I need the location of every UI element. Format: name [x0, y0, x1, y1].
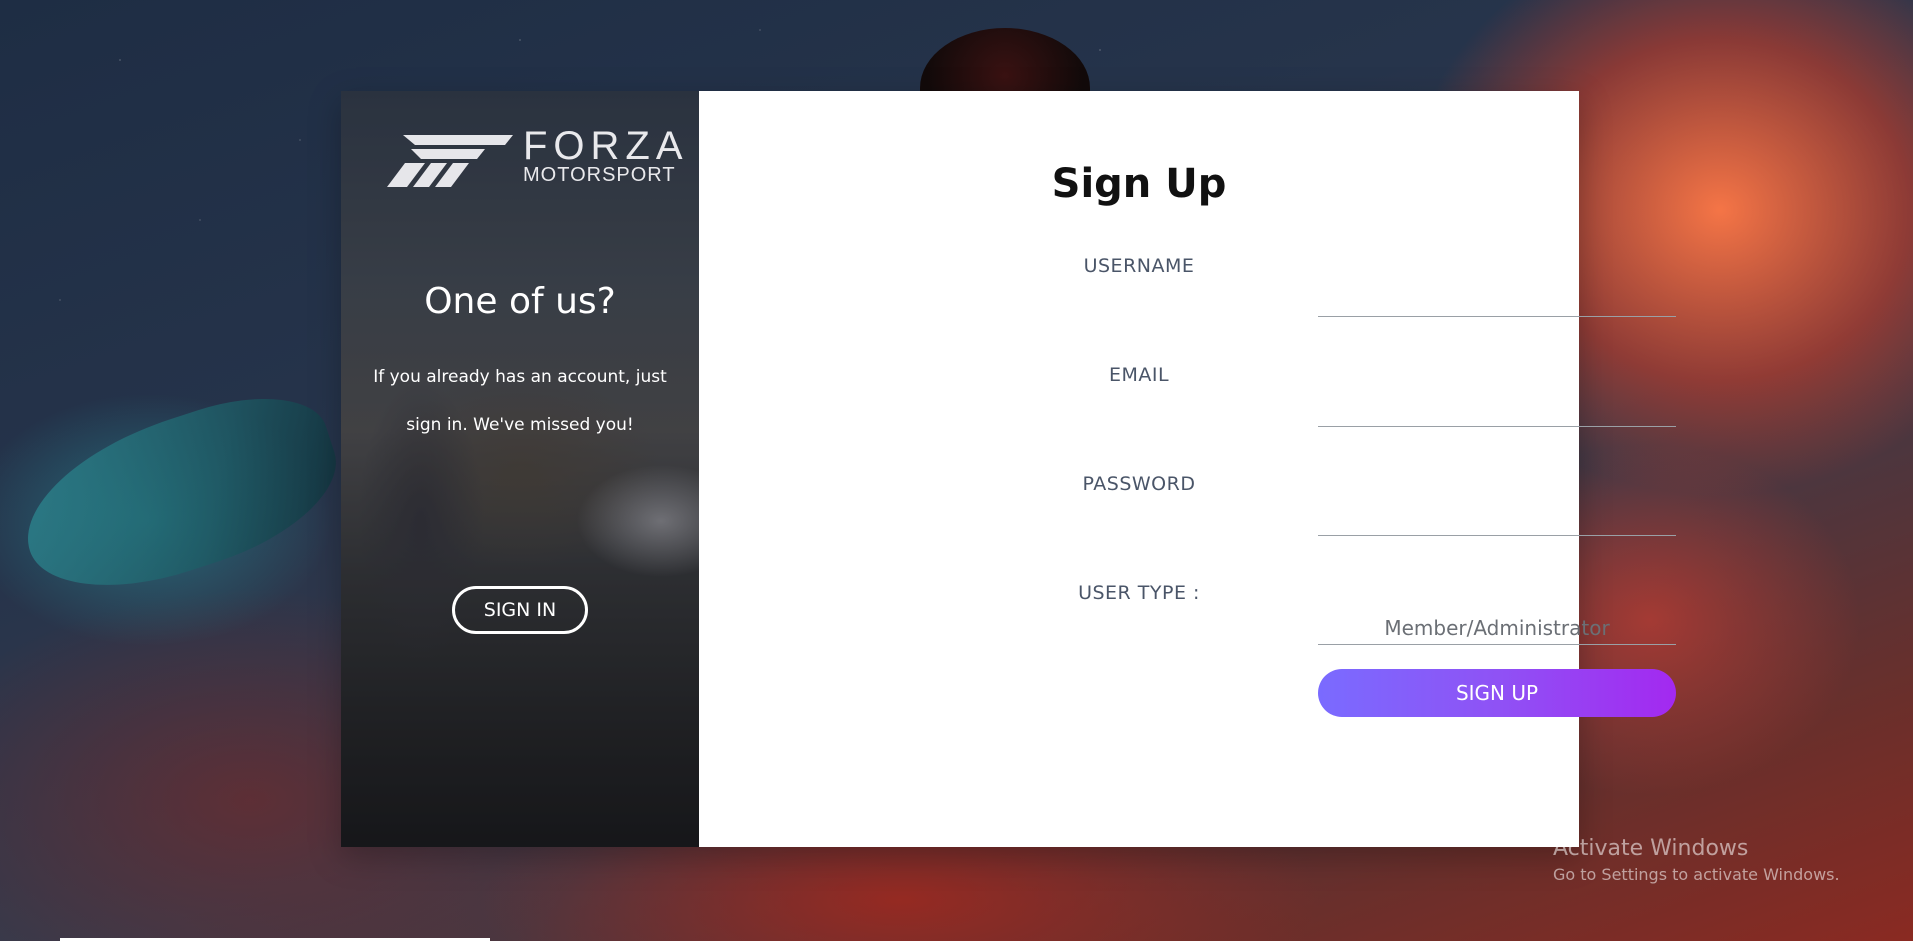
signin-panel-text: If you already has an account, just sign…	[373, 367, 667, 435]
password-input[interactable]	[1318, 502, 1676, 536]
signin-panel: FORZA MOTORSPORT One of us? If you alrea…	[341, 91, 699, 847]
form-title: Sign Up	[1051, 161, 1227, 207]
signup-form: Sign Up USERNAME EMAIL PASSWORD USER TYP…	[699, 91, 1676, 847]
sign-up-button[interactable]: SIGN UP	[1318, 669, 1676, 717]
windows-activation-watermark: Activate Windows Go to Settings to activ…	[1553, 836, 1840, 884]
logo-wordmark: FORZA	[523, 124, 689, 168]
watermark-subtitle: Go to Settings to activate Windows.	[1553, 865, 1840, 884]
logo-subtitle: MOTORSPORT	[523, 164, 676, 186]
email-label: EMAIL	[1108, 364, 1170, 386]
password-label: PASSWORD	[1082, 473, 1196, 495]
signin-panel-title: One of us?	[424, 281, 616, 322]
forza-logo-mark-icon	[387, 135, 513, 187]
username-input[interactable]	[1318, 283, 1676, 317]
watermark-title: Activate Windows	[1553, 836, 1749, 861]
usertype-input[interactable]	[1318, 611, 1676, 645]
auth-card: FORZA MOTORSPORT One of us? If you alrea…	[341, 91, 1676, 847]
usertype-label: USER TYPE :	[1078, 582, 1200, 604]
username-label: USERNAME	[1083, 255, 1195, 277]
forza-logo: FORZA MOTORSPORT	[385, 124, 689, 187]
sign-in-button[interactable]: SIGN IN	[452, 586, 588, 634]
email-input[interactable]	[1318, 393, 1676, 427]
